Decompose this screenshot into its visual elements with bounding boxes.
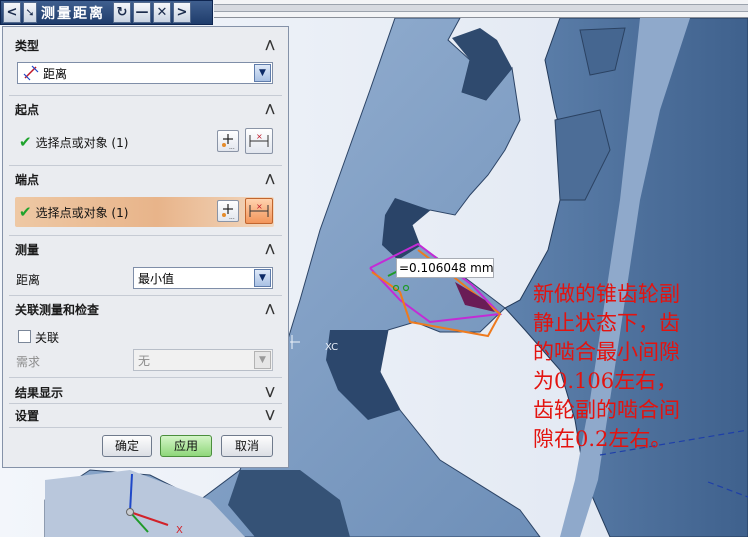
annotation-text: 新做的锥齿轮副 静止状态下，齿 的啮合最小间隙 为0.106左右， 齿轮副的啮合… (533, 280, 748, 454)
chevron-up-icon[interactable]: ⋀ (262, 37, 278, 53)
requirement-select[interactable]: 无 ▼ (133, 349, 273, 371)
section-type-title: 类型 (15, 38, 40, 53)
distance-icon (23, 65, 39, 81)
dialog-title: 测量距离 (41, 5, 105, 22)
start-point-selection-label: 选择点或对象 (1) (35, 135, 129, 150)
measurement-readout: =0.106048 mm (396, 258, 494, 278)
svg-text:×: × (256, 132, 263, 141)
reset-button[interactable]: ↻ (113, 2, 131, 23)
annotation-line: 为0.106左右， (533, 369, 678, 393)
requirement-value: 无 (138, 353, 151, 368)
section-results-title: 结果显示 (15, 385, 64, 400)
chevron-up-icon[interactable]: ⋀ (262, 171, 278, 187)
svg-text:...: ... (229, 144, 235, 151)
annotation-line: 齿轮副的啮合间 (533, 398, 680, 422)
annotation-line: 隙在0.2左右。 (533, 427, 672, 451)
section-measure-title: 测量 (15, 242, 40, 257)
close-button[interactable]: ✕ (153, 2, 171, 23)
section-associative-title: 关联测量和检查 (15, 302, 100, 317)
point-dialog-button[interactable]: ... (217, 130, 239, 152)
annotation-line: 静止状态下，齿 (533, 311, 680, 335)
section-start-point-header[interactable]: 起点 ⋀ (9, 99, 282, 119)
section-measure-header[interactable]: 测量 ⋀ (9, 239, 282, 259)
axis-label-xc: XC (325, 342, 339, 353)
distance-label: 距离 (16, 273, 41, 287)
section-start-point-title: 起点 (15, 102, 40, 117)
inferred-point-button[interactable]: × (245, 198, 273, 224)
arrow-cursor-icon: ➘ (23, 2, 37, 23)
requirement-label: 需求 (16, 355, 41, 369)
chevron-down-icon[interactable]: ▼ (254, 269, 271, 287)
chevron-down-icon[interactable]: ▼ (254, 64, 271, 82)
start-point-selector[interactable]: ✔ 选择点或对象 (1) ... × (15, 127, 274, 157)
measure-distance-dialog: 类型 ⋀ 距离 ▼ 起点 ⋀ ✔ 选择点或对象 (1) ... × 端点 ⋀ ✔… (2, 26, 289, 468)
annotation-line: 的啮合最小间隙 (533, 340, 680, 364)
point-dialog-button[interactable]: ... (217, 200, 239, 222)
chevron-up-icon[interactable]: ⋀ (262, 301, 278, 317)
section-end-point-header[interactable]: 端点 ⋀ (9, 169, 282, 189)
chevron-up-icon[interactable]: ⋀ (262, 241, 278, 257)
end-point-selector[interactable]: ✔ 选择点或对象 (1) ... × (15, 197, 274, 227)
dialog-titlebar[interactable]: < ➘ 测量距离 ↻ — ✕ > (0, 0, 213, 25)
chevron-up-icon[interactable]: ⋀ (262, 101, 278, 117)
svg-text:×: × (256, 202, 263, 211)
distance-mode-select[interactable]: 最小值 ▼ (133, 267, 273, 289)
ok-button[interactable]: 确定 (102, 435, 152, 457)
section-type-header[interactable]: 类型 ⋀ (9, 35, 282, 55)
type-select-value: 距离 (43, 66, 68, 81)
chevron-down-icon[interactable]: ▼ (254, 351, 271, 369)
check-icon: ✔ (19, 133, 32, 151)
triad-x-label: X (176, 525, 183, 536)
annotation-line: 新做的锥齿轮副 (533, 282, 680, 306)
distance-mode-value: 最小值 (138, 271, 175, 286)
apply-button[interactable]: 应用 (160, 435, 212, 457)
check-icon: ✔ (19, 203, 32, 221)
section-results-header[interactable]: 结果显示 ⋁ (9, 382, 282, 402)
section-settings-title: 设置 (15, 408, 40, 423)
end-point-selection-label: 选择点或对象 (1) (35, 205, 129, 220)
section-associative-header[interactable]: 关联测量和检查 ⋀ (9, 299, 282, 319)
minimize-button[interactable]: — (133, 2, 151, 23)
section-settings-header[interactable]: 设置 ⋁ (9, 405, 282, 425)
top-frame (214, 0, 748, 18)
inferred-point-button[interactable]: × (245, 128, 273, 154)
svg-text:...: ... (229, 214, 235, 221)
chevron-down-icon[interactable]: ⋁ (262, 384, 278, 400)
chevron-down-icon[interactable]: ⋁ (262, 407, 278, 423)
back-button[interactable]: < (3, 2, 21, 23)
type-select[interactable]: 距离 ▼ (17, 62, 273, 84)
associative-checkbox[interactable] (18, 330, 31, 343)
associative-checkbox-label: 关联 (35, 331, 60, 345)
section-end-point-title: 端点 (15, 172, 40, 187)
forward-button[interactable]: > (173, 2, 191, 23)
cancel-button[interactable]: 取消 (221, 435, 273, 457)
